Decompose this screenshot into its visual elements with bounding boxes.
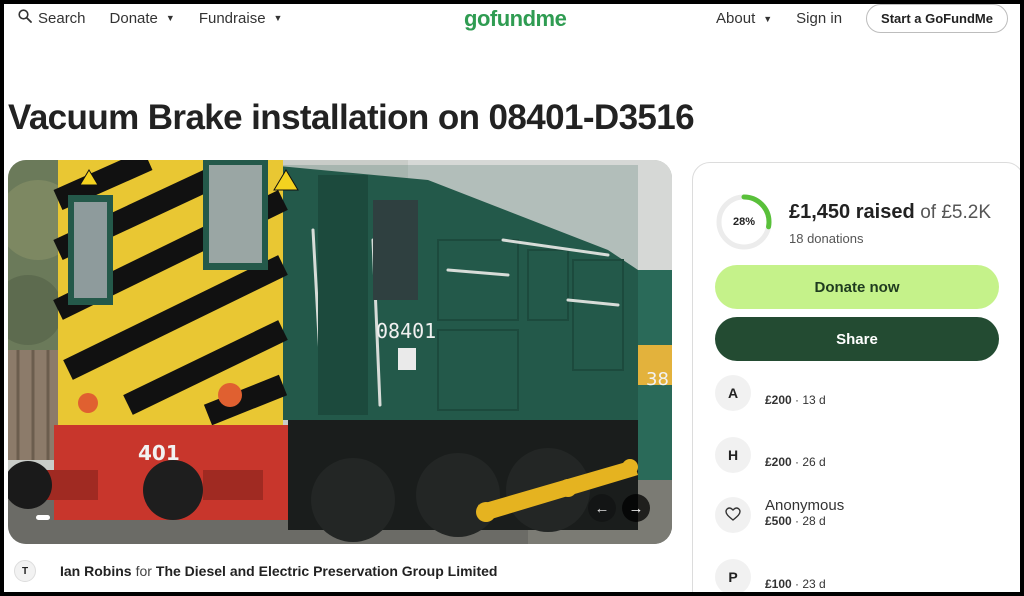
donation-card: 28% £1,450 raised of £5.2K 18 donations … — [692, 162, 1020, 592]
loco-number-side: 08401 — [376, 319, 436, 343]
donation-time: · 28 d — [791, 514, 826, 528]
side-number: 38 — [646, 369, 669, 390]
chevron-down-icon: ▼ — [273, 13, 283, 23]
search-link[interactable]: Search — [18, 9, 86, 27]
nav-left: Search Donate ▼ Fundraise ▼ — [18, 9, 282, 27]
donation-amount: £500 — [765, 514, 792, 528]
progress-percent: 28% — [732, 216, 756, 228]
donor-avatar: A — [715, 375, 751, 411]
donation-amount: £200 — [765, 455, 792, 469]
page-title: Vacuum Brake installation on 08401-D3516 — [8, 98, 695, 137]
donor-info: £100 · 23 d — [765, 577, 826, 591]
donor-item: Anonymous £500 · 28 d — [715, 497, 844, 533]
donations-count: 18 donations — [789, 231, 864, 246]
donor-info: £200 · 26 d — [765, 455, 826, 469]
arrow-left-icon[interactable]: ← — [588, 494, 616, 522]
organizer-line: T Ian Robins for The Diesel and Electric… — [14, 560, 497, 582]
page-frame: Search Donate ▼ Fundraise ▼ gofundme Abo… — [0, 0, 1024, 596]
donor-name: Anonymous — [765, 497, 845, 514]
amount-raised: £1,450 raised of £5.2K — [789, 201, 991, 224]
donor-avatar: H — [715, 437, 751, 473]
carousel-indicators — [36, 515, 50, 520]
top-nav: Search Donate ▼ Fundraise ▼ gofundme Abo… — [4, 4, 1020, 36]
donate-label: Donate — [109, 9, 158, 27]
beneficiary-name[interactable]: The Diesel and Electric Preservation Gro… — [156, 563, 498, 579]
start-gofundme-button[interactable]: Start a GoFundMe — [866, 4, 1008, 33]
donor-item: H £200 · 26 d — [715, 437, 826, 473]
chevron-down-icon: ▼ — [763, 13, 773, 24]
donation-time: · 13 d — [791, 393, 826, 407]
raised-amount: £1,450 raised — [789, 201, 915, 223]
sign-in-link[interactable]: Sign in — [796, 10, 842, 27]
fundraise-label: Fundraise — [198, 9, 266, 27]
heart-hand-icon — [715, 497, 751, 533]
search-label: Search — [38, 9, 86, 27]
organizer-for: for — [135, 563, 152, 579]
gofundme-logo[interactable]: gofundme — [464, 6, 567, 32]
donor-item: P £100 · 23 d — [715, 559, 826, 592]
organizer-name[interactable]: Ian Robins — [60, 563, 132, 579]
donate-menu[interactable]: Donate ▼ — [110, 10, 175, 27]
donate-now-button[interactable]: Donate now — [715, 265, 999, 309]
donation-amount: £100 — [765, 577, 792, 591]
donor-avatar: P — [715, 559, 751, 592]
locomotive-image: 38 08401 401 — [8, 160, 672, 544]
search-icon — [18, 9, 32, 27]
donor-info: £200 · 13 d — [765, 393, 826, 407]
sign-in-label: Sign in — [796, 10, 843, 27]
share-button[interactable]: Share — [715, 317, 999, 361]
donation-time: · 26 d — [791, 455, 826, 469]
about-menu[interactable]: About ▼ — [716, 10, 772, 27]
carousel-dot-active[interactable] — [36, 515, 50, 520]
nav-right: About ▼ Sign in Start a GoFundMe — [716, 4, 1008, 33]
organizer-avatar: T — [14, 560, 36, 582]
campaign-photo[interactable]: 38 08401 401 ← → — [8, 160, 672, 544]
goal-amount: of £5.2K — [920, 202, 991, 223]
about-label: About — [716, 10, 756, 27]
arrow-right-icon[interactable]: → — [622, 494, 650, 522]
donor-info: Anonymous £500 · 28 d — [765, 497, 844, 528]
donation-amount: £200 — [765, 393, 792, 407]
donation-time: · 23 d — [791, 577, 826, 591]
donor-item: A £200 · 13 d — [715, 375, 826, 411]
chevron-down-icon: ▼ — [165, 13, 175, 23]
fundraise-menu[interactable]: Fundraise ▼ — [199, 10, 283, 27]
